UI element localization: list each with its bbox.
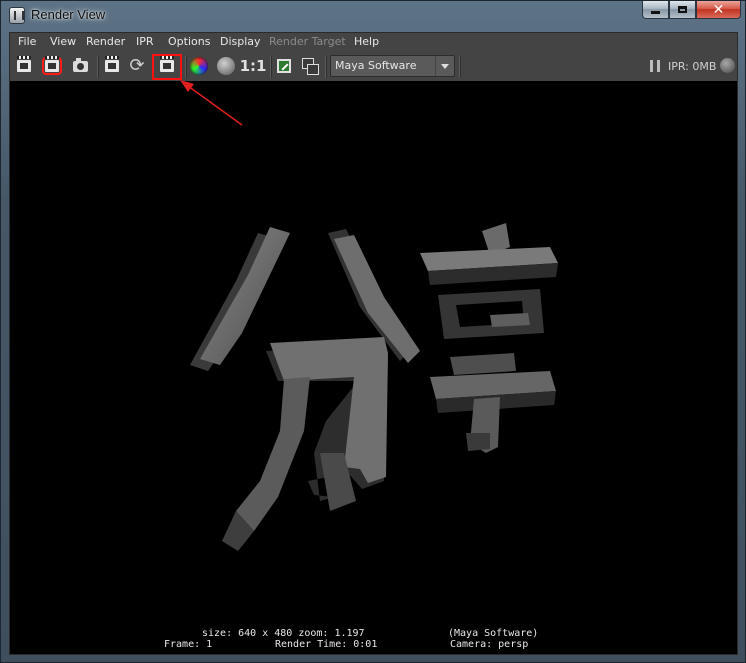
menu-view[interactable]: View <box>50 35 76 48</box>
camera-name: Camera: persp <box>450 639 529 650</box>
minimize-icon <box>651 11 660 14</box>
render-view-window: Render View ✕ File View Render IPR Optio… <box>0 0 746 663</box>
toolbar-separator <box>325 56 327 78</box>
render-view-panel: File View Render IPR Options Display Ren… <box>9 32 738 655</box>
minimize-button[interactable] <box>642 1 669 19</box>
display-rgb-channels-icon[interactable] <box>189 56 209 76</box>
toolbar: ⟳ 1:1 Maya Software IPR: 0MB <box>10 53 737 80</box>
window-title: Render View <box>31 7 106 22</box>
pause-ipr-icon[interactable] <box>650 60 660 72</box>
chevron-down-icon <box>441 63 449 69</box>
menu-render[interactable]: Render <box>86 35 125 48</box>
rendered-image <box>190 223 558 551</box>
toolbar-separator <box>185 56 187 78</box>
remove-image-icon[interactable] <box>300 56 320 76</box>
display-alpha-icon[interactable] <box>216 56 236 76</box>
menu-help[interactable]: Help <box>354 35 379 48</box>
toolbar-separator <box>97 56 99 78</box>
render-time: Render Time: 0:01 <box>275 639 378 650</box>
snapshot-camera-icon[interactable] <box>70 56 90 76</box>
render-region-clapper-icon[interactable] <box>42 56 62 76</box>
menu-options[interactable]: Options <box>168 35 210 48</box>
refresh-ipr-icon[interactable]: ⟳ <box>127 56 147 76</box>
maximize-button[interactable] <box>669 1 696 19</box>
window-controls: ✕ <box>642 1 741 21</box>
close-icon: ✕ <box>712 1 725 18</box>
title-bar[interactable]: Render View ✕ <box>1 1 745 31</box>
maya-app-icon <box>9 7 25 24</box>
rendered-3d-text-xiang <box>420 223 558 453</box>
render-image-viewport[interactable]: size: 640 x 480 zoom: 1.197 (Maya Softwa… <box>10 81 737 654</box>
frame-number: Frame: 1 <box>164 639 213 650</box>
ipr-memory-status: IPR: 0MB <box>668 60 717 73</box>
renderer-name: (Maya Software) <box>448 628 539 639</box>
menu-bar: File View Render IPR Options Display Ren… <box>10 33 737 52</box>
ipr-status-light-icon <box>720 58 735 73</box>
real-size-label: 1:1 <box>239 57 267 75</box>
render-size-zoom: size: 640 x 480 zoom: 1.197 <box>202 628 365 639</box>
maximize-icon <box>678 6 687 13</box>
ipr-render-clapper-icon[interactable] <box>102 56 122 76</box>
render-sequence-clapper-icon[interactable] <box>157 56 177 76</box>
renderer-value: Maya Software <box>335 59 417 72</box>
real-size-button[interactable]: 1:1 <box>239 56 267 76</box>
rendered-3d-text-fen <box>190 227 420 551</box>
menu-render-target: Render Target <box>269 35 346 48</box>
close-button[interactable]: ✕ <box>696 1 741 19</box>
toolbar-separator <box>270 56 272 78</box>
menu-file[interactable]: File <box>18 35 36 48</box>
toolbar-separator <box>459 56 461 78</box>
redo-render-clapper-icon[interactable] <box>14 56 34 76</box>
dropdown-button[interactable] <box>435 56 454 76</box>
menu-ipr[interactable]: IPR <box>136 35 154 48</box>
menu-display[interactable]: Display <box>220 35 261 48</box>
renderer-dropdown[interactable]: Maya Software <box>330 55 455 77</box>
keep-image-icon[interactable] <box>274 56 294 76</box>
